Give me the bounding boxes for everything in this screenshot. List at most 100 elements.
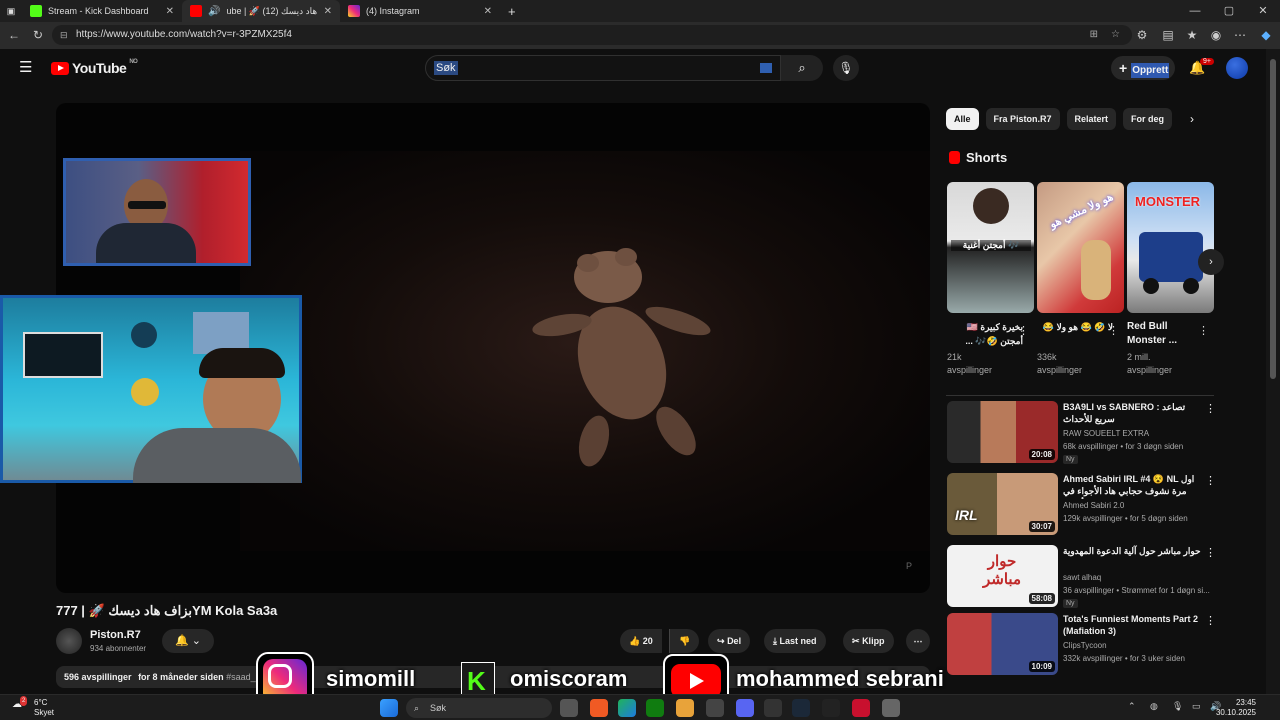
account-avatar[interactable]: [1226, 57, 1248, 79]
short-menu-icon[interactable]: ⋮: [1108, 324, 1119, 337]
maximize-icon[interactable]: ▢: [1212, 0, 1246, 22]
profile-icon[interactable]: ◉: [1206, 25, 1226, 45]
edge-icon[interactable]: [618, 699, 636, 717]
more-actions-button[interactable]: ⋯: [906, 629, 930, 653]
chip-from-channel[interactable]: Fra Piston.R7: [985, 108, 1060, 130]
video-channel[interactable]: Ahmed Sabiri 2.0: [1063, 501, 1124, 510]
short-title[interactable]: Red Bull Monster ...: [1127, 320, 1203, 348]
video-thumbnail[interactable]: IRL 30:07: [947, 473, 1058, 535]
chip-for-you[interactable]: For deg: [1123, 108, 1173, 130]
tab-youtube[interactable]: 🔊 ube | 🚀 بزاف هاد ديسك (12) ✕: [182, 0, 340, 22]
share-button[interactable]: ↪ Del: [708, 629, 751, 653]
keyboard-icon[interactable]: [760, 63, 772, 73]
close-tab-icon[interactable]: ✕: [484, 6, 492, 17]
weather-widget[interactable]: ☁ 2 6°C Skyet: [12, 696, 54, 718]
speaker-icon[interactable]: 🔊: [208, 6, 220, 17]
shorts-next-button[interactable]: ›: [1198, 249, 1224, 275]
back-icon[interactable]: ←: [4, 25, 24, 45]
close-tab-icon[interactable]: ✕: [324, 6, 332, 17]
recommended-video[interactable]: IRL 30:07 Ahmed Sabiri IRL #4 😵 NL اول م…: [947, 473, 1216, 537]
sunglasses-icon: [128, 201, 166, 209]
brave-icon[interactable]: [590, 699, 608, 717]
recommended-video[interactable]: حوار مباشر 58:08 حوار مباشر حول آلية الد…: [947, 545, 1216, 609]
system-clock[interactable]: 23:45 30.10.2025: [1216, 698, 1256, 718]
taskbar-search[interactable]: ⌕ Søk: [406, 698, 552, 718]
close-window-icon[interactable]: ✕: [1246, 0, 1280, 22]
chevron-right-icon[interactable]: ›: [1190, 112, 1194, 126]
dislike-button[interactable]: 👎: [669, 629, 700, 653]
reader-icon[interactable]: ⊞: [1090, 25, 1098, 45]
search-input[interactable]: Søk: [425, 55, 781, 81]
video-menu-icon[interactable]: ⋮: [1205, 546, 1216, 559]
copilot-icon[interactable]: ◆: [1256, 25, 1276, 45]
short-thumbnail[interactable]: أمجتن أغنية 🎶: [947, 182, 1034, 313]
youtube-logo[interactable]: YouTube NO: [51, 59, 138, 76]
short-thumbnail[interactable]: هو ولا مشي هو: [1037, 182, 1124, 313]
video-title[interactable]: حوار مباشر حول آلية الدعوة المهدوية: [1063, 545, 1203, 557]
split-screen-icon[interactable]: ▤: [1158, 25, 1178, 45]
chip-all[interactable]: Alle: [946, 108, 979, 130]
chip-related[interactable]: Relatert: [1066, 108, 1117, 130]
clip-button[interactable]: ✂ Klipp: [843, 629, 894, 653]
video-channel[interactable]: RAW SOUEELT EXTRA: [1063, 429, 1149, 438]
create-button[interactable]: + Opprett: [1111, 56, 1175, 80]
xbox-icon[interactable]: [646, 699, 664, 717]
video-menu-icon[interactable]: ⋮: [1205, 614, 1216, 627]
windows-start-icon[interactable]: [380, 699, 398, 717]
site-info-icon[interactable]: ⊟: [60, 25, 68, 45]
short-menu-icon[interactable]: ⋮: [1018, 324, 1029, 337]
video-title[interactable]: B3A9LI vs SABNERO : تصاعد سريع للأحداث: [1063, 401, 1203, 425]
obs-icon[interactable]: [764, 699, 782, 717]
discord-icon[interactable]: [736, 699, 754, 717]
voice-search-button[interactable]: 🎙: [833, 55, 859, 81]
app-icon[interactable]: [852, 699, 870, 717]
video-menu-icon[interactable]: ⋮: [1205, 402, 1216, 415]
close-tab-icon[interactable]: ✕: [166, 6, 174, 17]
recommended-video[interactable]: 20:08 B3A9LI vs SABNERO : تصاعد سريع للأ…: [947, 401, 1216, 465]
video-menu-icon[interactable]: ⋮: [1205, 474, 1216, 487]
short-title[interactable]: لا 🤣 😂 هو ولا 😂: [1037, 320, 1113, 348]
video-thumbnail[interactable]: حوار مباشر 58:08: [947, 545, 1058, 607]
tab-instagram[interactable]: (4) Instagram ✕: [340, 0, 500, 22]
recommended-video[interactable]: 10:09 Tota's Funniest Moments Part 2 (Ma…: [947, 613, 1216, 677]
video-thumbnail[interactable]: 10:09: [947, 613, 1058, 675]
video-title[interactable]: Tota's Funniest Moments Part 2 (Mafiatio…: [1063, 613, 1203, 637]
tab-actions-icon[interactable]: ▣: [0, 0, 22, 22]
file-explorer-icon[interactable]: [706, 699, 724, 717]
video-thumbnail[interactable]: 20:08: [947, 401, 1058, 463]
channel-avatar[interactable]: [56, 628, 82, 654]
reload-icon[interactable]: ↻: [28, 25, 48, 45]
settings-icon[interactable]: [882, 699, 900, 717]
new-tab-button[interactable]: +: [500, 0, 524, 22]
tab-kick[interactable]: Stream - Kick Dashboard ✕: [22, 0, 182, 22]
like-button[interactable]: 👍 20: [620, 629, 662, 653]
search-button[interactable]: ⌕: [781, 55, 823, 81]
hashtag[interactable]: #saad_: [226, 672, 256, 682]
app-icon[interactable]: [676, 699, 694, 717]
favorites-icon[interactable]: ★: [1182, 25, 1202, 45]
page-scrollbar[interactable]: [1266, 49, 1280, 694]
epic-games-icon[interactable]: [822, 699, 840, 717]
extensions-icon[interactable]: ⚙: [1132, 25, 1152, 45]
url-field[interactable]: ⊟ https://www.youtube.com/watch?v=r-3PZM…: [52, 25, 1132, 45]
download-button[interactable]: ⤓ Last ned: [764, 629, 826, 653]
more-menu-icon[interactable]: ⋯: [1230, 25, 1250, 45]
favorite-star-icon[interactable]: ☆: [1111, 25, 1120, 45]
video-channel[interactable]: ClipsTycoon: [1063, 641, 1107, 650]
microphone-tray-icon[interactable]: 🎙: [1172, 701, 1183, 712]
network-icon[interactable]: ◍: [1150, 701, 1158, 712]
channel-name[interactable]: Piston.R7: [90, 629, 141, 641]
display-icon[interactable]: ▭: [1192, 701, 1201, 712]
task-view-icon[interactable]: [560, 699, 578, 717]
short-menu-icon[interactable]: ⋮: [1198, 324, 1209, 337]
short-thumbnail[interactable]: MONSTER: [1127, 182, 1214, 313]
short-title[interactable]: بخيرة كبيرة 🇺🇸 أمجتن 🤣🎶 ...: [947, 320, 1023, 348]
tray-chevron-icon[interactable]: ⌃: [1128, 701, 1136, 712]
subscribe-bell-button[interactable]: 🔔 ⌄: [162, 629, 214, 653]
minimize-icon[interactable]: —: [1178, 0, 1212, 22]
scrollbar-thumb[interactable]: [1270, 59, 1276, 379]
video-channel[interactable]: sawt alhaq: [1063, 573, 1101, 582]
steam-icon[interactable]: [792, 699, 810, 717]
menu-icon[interactable]: ☰: [19, 58, 32, 76]
video-title[interactable]: Ahmed Sabiri IRL #4 😵 NL اول مرة نشوف حج…: [1063, 473, 1203, 499]
